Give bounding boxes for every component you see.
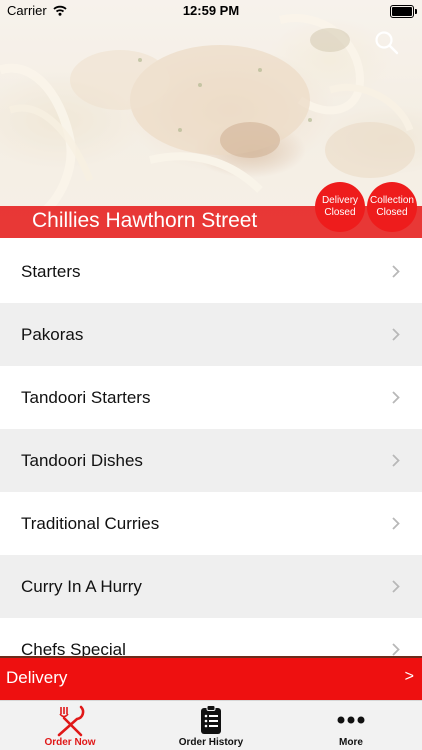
category-label: Tandoori Starters bbox=[21, 388, 151, 407]
category-item[interactable]: Chefs Special bbox=[0, 618, 422, 656]
chevron-right-icon bbox=[392, 643, 400, 656]
category-label: Starters bbox=[21, 262, 81, 281]
tab-order-history[interactable]: Order History bbox=[141, 701, 281, 750]
tab-order-now[interactable]: Order Now bbox=[0, 701, 140, 750]
category-label: Curry In A Hurry bbox=[21, 577, 142, 596]
chevron-right-icon bbox=[392, 517, 400, 530]
battery-icon bbox=[390, 5, 417, 18]
category-item[interactable]: Tandoori Starters bbox=[0, 366, 422, 429]
category-label: Pakoras bbox=[21, 325, 84, 344]
category-label: Chefs Special bbox=[21, 640, 126, 656]
collection-status-line2: Closed bbox=[376, 207, 408, 218]
collection-status-badge: Collection Closed bbox=[367, 182, 417, 232]
delivery-mode-label: Delivery bbox=[6, 668, 68, 687]
clock: 12:59 PM bbox=[182, 3, 240, 18]
fork-knife-icon bbox=[57, 705, 85, 737]
restaurant-name: Chillies Hawthorn Street bbox=[32, 209, 258, 232]
category-item[interactable]: Tandoori Dishes bbox=[0, 429, 422, 492]
delivery-status-line1: Delivery bbox=[321, 195, 359, 206]
more-dots-icon bbox=[337, 716, 365, 724]
chevron-right-icon bbox=[392, 265, 400, 278]
tab-label: More bbox=[339, 737, 363, 748]
collection-status-line1: Collection bbox=[370, 195, 414, 206]
chevron-right-icon bbox=[392, 391, 400, 404]
chevron-right-icon bbox=[392, 454, 400, 467]
category-label: Traditional Curries bbox=[21, 514, 160, 533]
search-icon[interactable] bbox=[374, 30, 400, 56]
status-bar: Carrier 12:59 PM bbox=[0, 0, 422, 22]
clipboard-list-icon bbox=[201, 705, 221, 734]
chevron-right-icon bbox=[392, 328, 400, 341]
delivery-status-line2: Closed bbox=[324, 207, 356, 218]
tab-bar: Order Now Order History More bbox=[0, 700, 422, 750]
category-label: Tandoori Dishes bbox=[21, 451, 143, 470]
delivery-mode-arrow: > bbox=[404, 668, 414, 685]
category-item[interactable]: Traditional Curries bbox=[0, 492, 422, 555]
chevron-right-icon bbox=[392, 580, 400, 593]
category-item[interactable]: Curry In A Hurry bbox=[0, 555, 422, 618]
delivery-status-badge: Delivery Closed bbox=[315, 182, 365, 232]
category-item[interactable]: Pakoras bbox=[0, 303, 422, 366]
category-list: Starters Pakoras Tandoori Starters Tando… bbox=[0, 240, 422, 656]
tab-more[interactable]: More bbox=[281, 701, 421, 750]
tab-label: Order History bbox=[178, 737, 244, 748]
app-screen: Carrier 12:59 PM Chillies Hawthorn Stree… bbox=[0, 0, 422, 750]
delivery-mode-bar[interactable]: Delivery > bbox=[0, 656, 422, 700]
tab-label: Order Now bbox=[44, 737, 96, 748]
category-item[interactable]: Starters bbox=[0, 240, 422, 303]
